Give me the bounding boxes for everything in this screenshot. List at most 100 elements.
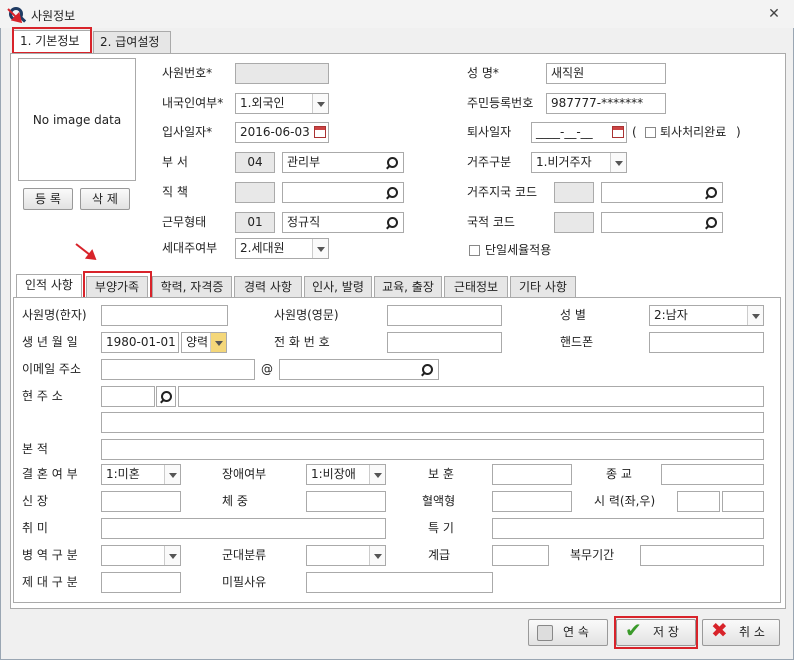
leave-date-label: 퇴사일자 — [467, 125, 512, 139]
weight-field[interactable] — [306, 491, 386, 512]
birth-label: 생 년 월 일 — [22, 335, 78, 349]
calendar-type-select[interactable]: 양력 — [181, 332, 227, 353]
zip-search-button[interactable] — [156, 386, 176, 407]
religion-field[interactable] — [661, 464, 764, 485]
chevron-down-icon[interactable] — [312, 94, 328, 113]
chevron-down-icon[interactable] — [164, 546, 180, 565]
residence-type-select[interactable]: 1.비거주자 — [531, 152, 627, 173]
religion-label: 종 교 — [606, 467, 632, 481]
flat-tax-checkbox[interactable] — [469, 245, 480, 256]
search-icon[interactable] — [386, 157, 398, 169]
veteran-label: 보 훈 — [428, 467, 454, 481]
gender-select[interactable]: 2:남자 — [649, 305, 764, 326]
work-type-name-field[interactable]: 정규직 — [282, 212, 404, 233]
subtab-training[interactable]: 교육, 출장 — [374, 276, 442, 298]
hobby-field[interactable] — [101, 518, 386, 539]
work-type-label: 근무형태 — [162, 215, 207, 229]
leave-date-field[interactable]: ____-__-__ — [531, 122, 627, 143]
nation-name-field[interactable] — [601, 212, 723, 233]
service-period-field[interactable] — [640, 545, 764, 566]
eyesight-left-field[interactable] — [677, 491, 720, 512]
subtab-attendance[interactable]: 근태정보 — [444, 276, 508, 298]
residence-type-value: 1.비거주자 — [536, 155, 592, 169]
close-icon[interactable]: ✕ — [766, 6, 782, 22]
tab-salary-settings[interactable]: 2. 급여설정 — [93, 31, 171, 53]
search-icon[interactable] — [386, 217, 398, 229]
nationality-select[interactable]: 1.외국인 — [235, 93, 329, 114]
photo-register-button[interactable]: 등 록 — [23, 188, 73, 210]
nationality-label: 내국인여부* — [162, 96, 224, 110]
chevron-down-icon[interactable] — [312, 239, 328, 258]
discharge-field[interactable] — [101, 572, 181, 593]
nation-code-field[interactable] — [554, 212, 594, 233]
subtab-personal[interactable]: 인적 사항 — [16, 274, 82, 298]
nation-code-label: 국적 코드 — [467, 215, 515, 229]
blood-field[interactable] — [492, 491, 572, 512]
marital-value: 1:미혼 — [106, 467, 140, 481]
name-eng-field[interactable] — [387, 305, 502, 326]
mobile-field[interactable] — [649, 332, 764, 353]
subtab-education[interactable]: 학력, 자격증 — [152, 276, 232, 298]
window-title: 사원정보 — [31, 9, 76, 23]
veteran-field[interactable] — [492, 464, 572, 485]
continue-label: 연 속 — [563, 625, 589, 639]
leave-done-checkbox[interactable] — [645, 127, 656, 138]
resident-no-field[interactable]: 987777-******* — [546, 93, 666, 114]
email-at: @ — [261, 362, 273, 376]
chevron-down-icon[interactable] — [747, 306, 763, 325]
work-type-name-value: 정규직 — [287, 215, 321, 229]
origin-field[interactable] — [101, 439, 764, 460]
chevron-down-icon[interactable] — [369, 465, 385, 484]
search-icon[interactable] — [705, 187, 717, 199]
name-label: 성 명* — [467, 66, 499, 80]
calendar-icon[interactable] — [314, 126, 326, 138]
chevron-down-icon[interactable] — [210, 333, 226, 352]
subtab-hr[interactable]: 인사, 발령 — [304, 276, 372, 298]
continue-button[interactable]: 연 속 — [528, 619, 608, 646]
chevron-down-icon[interactable] — [164, 465, 180, 484]
address-line1-field[interactable] — [178, 386, 764, 407]
title-bar: 사원정보 ✕ — [0, 0, 794, 28]
position-name-field[interactable] — [282, 182, 404, 203]
cancel-button[interactable]: ✖ 취 소 — [702, 618, 780, 646]
marital-select[interactable]: 1:미혼 — [101, 464, 181, 485]
eyesight-right-field[interactable] — [722, 491, 764, 512]
dept-name-field[interactable]: 관리부 — [282, 152, 404, 173]
search-icon[interactable] — [705, 217, 717, 229]
name-hanja-field[interactable] — [101, 305, 228, 326]
height-field[interactable] — [101, 491, 181, 512]
work-type-code-field[interactable]: 01 — [235, 212, 275, 233]
weight-label: 체 중 — [222, 494, 248, 508]
skill-field[interactable] — [492, 518, 764, 539]
dept-label: 부 서 — [162, 155, 188, 169]
name-eng-label: 사원명(영문) — [274, 308, 339, 322]
residence-name-field[interactable] — [601, 182, 723, 203]
military-select[interactable] — [101, 545, 181, 566]
email-domain-field[interactable] — [279, 359, 439, 380]
rank-field[interactable] — [492, 545, 549, 566]
subtab-other[interactable]: 기타 사항 — [510, 276, 576, 298]
search-icon[interactable] — [421, 364, 433, 376]
birth-date-field[interactable]: 1980-01-01 — [101, 332, 179, 353]
zip-field[interactable] — [101, 386, 155, 407]
chevron-down-icon[interactable] — [610, 153, 626, 172]
disability-value: 1:비장애 — [311, 467, 356, 481]
calendar-icon[interactable] — [612, 126, 624, 138]
address-line2-field[interactable] — [101, 412, 764, 433]
army-class-select[interactable] — [306, 545, 386, 566]
household-select[interactable]: 2.세대원 — [235, 238, 329, 259]
disability-select[interactable]: 1:비장애 — [306, 464, 386, 485]
emp-no-field[interactable] — [235, 63, 329, 84]
name-field[interactable]: 새직원 — [546, 63, 666, 84]
email-id-field[interactable] — [101, 359, 255, 380]
search-icon[interactable] — [386, 187, 398, 199]
residence-code-field[interactable] — [554, 182, 594, 203]
dept-code-field[interactable]: 04 — [235, 152, 275, 173]
exempt-reason-field[interactable] — [306, 572, 493, 593]
chevron-down-icon[interactable] — [369, 546, 385, 565]
join-date-field[interactable]: 2016-06-03 — [235, 122, 329, 143]
photo-delete-button[interactable]: 삭 제 — [80, 188, 130, 210]
subtab-career[interactable]: 경력 사항 — [234, 276, 302, 298]
phone-field[interactable] — [387, 332, 502, 353]
position-code-field[interactable] — [235, 182, 275, 203]
